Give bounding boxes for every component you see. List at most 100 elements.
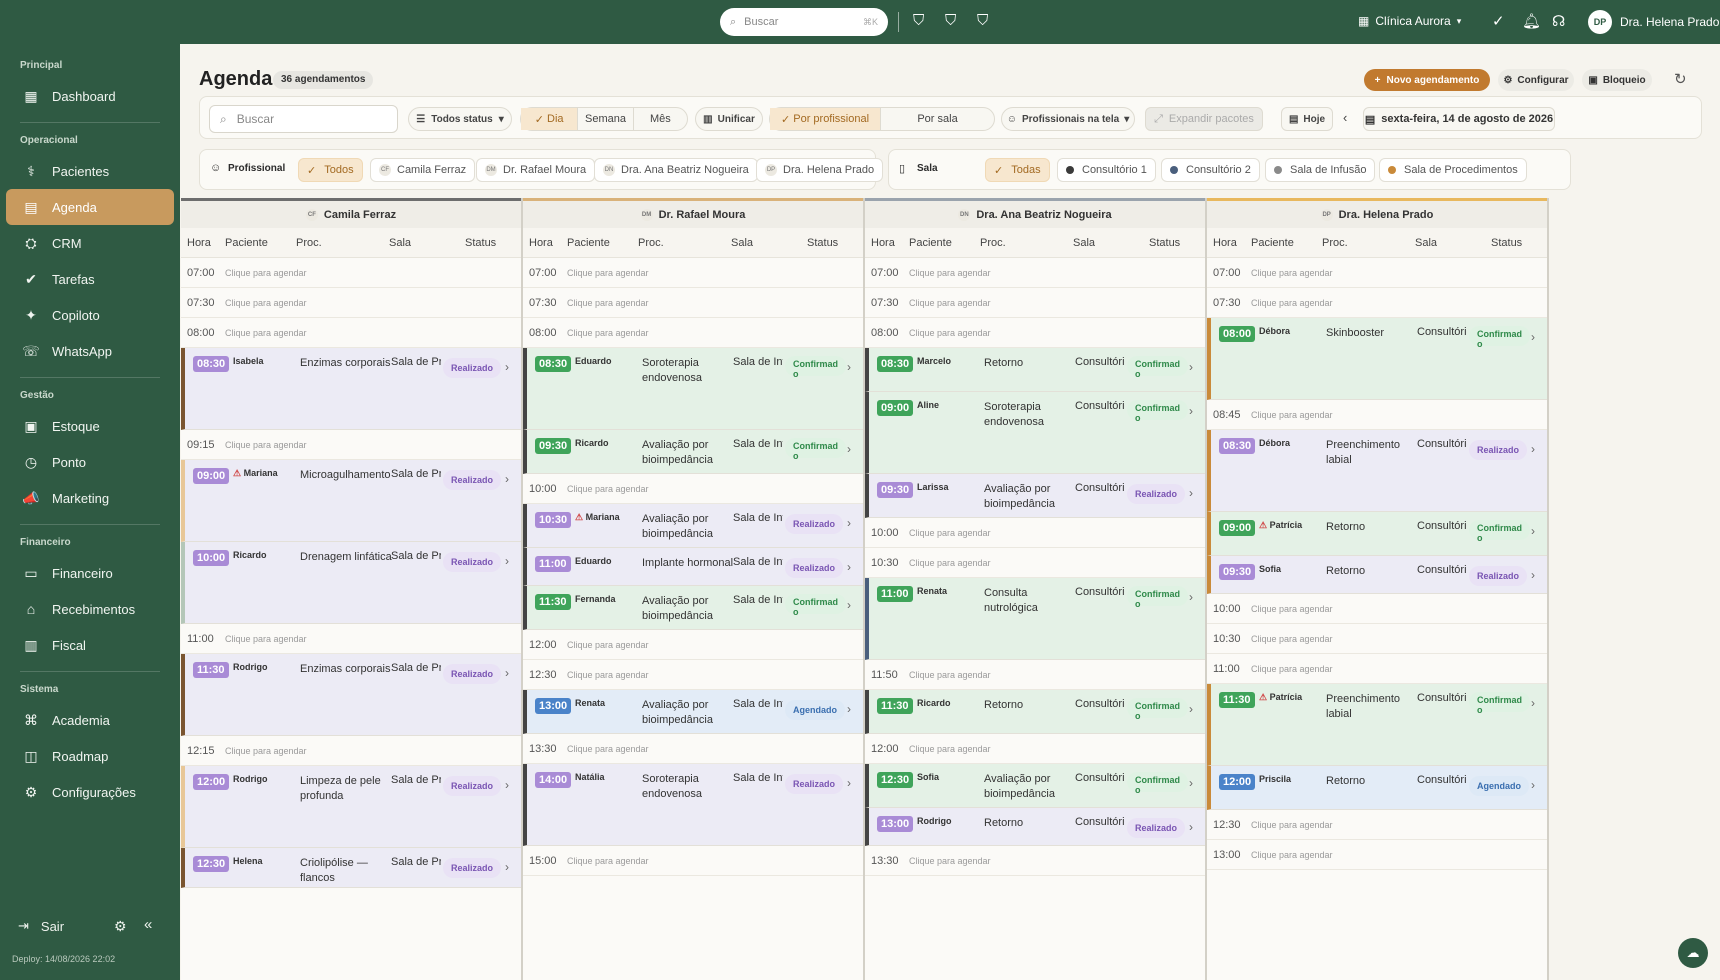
filter-chip[interactable]: Consultório 1 bbox=[1057, 158, 1156, 182]
chevron-right-icon[interactable]: › bbox=[1531, 524, 1535, 538]
sidebar-item-financeiro[interactable]: ▭ Financeiro bbox=[6, 555, 174, 591]
chevron-right-icon[interactable]: › bbox=[1189, 404, 1193, 418]
appointment-search-input[interactable]: ⌕ Buscar bbox=[209, 105, 398, 133]
appointment-card[interactable]: 11:30 Ricardo Retorno Consultório 1Confirma… bbox=[865, 690, 1205, 734]
appointment-card[interactable]: 14:00 Natália Soroterapia endovenosa Sala d… bbox=[523, 764, 863, 846]
empty-slot[interactable]: 12:15 Clique para agendar bbox=[181, 736, 521, 766]
bookmark-check-icon[interactable]: ⛉ bbox=[977, 12, 988, 29]
chevron-right-icon[interactable]: › bbox=[1189, 360, 1193, 374]
filter-chip[interactable]: DP Dra. Helena Prado bbox=[756, 158, 884, 182]
empty-slot[interactable]: 07:30 Clique para agendar bbox=[523, 288, 863, 318]
appointment-card[interactable]: 12:30 Helena Criolipólise — flancos Sala de… bbox=[181, 848, 521, 888]
chevron-right-icon[interactable]: › bbox=[1531, 778, 1535, 792]
appointment-card[interactable]: 09:30 Ricardo Avaliação por bioimpedância S… bbox=[523, 430, 863, 474]
empty-slot[interactable]: 09:15 Clique para agendar bbox=[181, 430, 521, 460]
empty-slot[interactable]: 10:30 Clique para agendar bbox=[1207, 624, 1547, 654]
configure-button[interactable]: ⚙ Configurar bbox=[1498, 69, 1574, 91]
settings-gear-icon[interactable]: ⚙ bbox=[114, 918, 127, 935]
chevron-right-icon[interactable]: › bbox=[1531, 568, 1535, 582]
appointment-card[interactable]: 11:00 Eduardo Implante hormonalSala de Inf… bbox=[523, 548, 863, 586]
appointment-card[interactable]: 08:30Isabela Enzimas corporaisSala de Pro… bbox=[181, 348, 521, 430]
appointment-card[interactable]: 12:00Priscila Retorno Consultório 2Agendad… bbox=[1207, 766, 1547, 810]
empty-slot[interactable]: 07:00 Clique para agendar bbox=[865, 258, 1205, 288]
filter-chip[interactable]: ✓ Todas bbox=[985, 158, 1050, 182]
empty-slot[interactable]: 07:30 Clique para agendar bbox=[181, 288, 521, 318]
sidebar-item-crm[interactable]: ⛭ CRM bbox=[6, 225, 174, 261]
view-week-button[interactable]: Semana bbox=[578, 108, 634, 130]
empty-slot[interactable]: 10:00 Clique para agendar bbox=[1207, 594, 1547, 624]
filter-chip[interactable]: Sala de Procedimentos bbox=[1379, 158, 1527, 182]
chevron-right-icon[interactable]: › bbox=[505, 666, 509, 680]
new-appointment-button[interactable]: + Novo agendamento bbox=[1364, 69, 1490, 91]
chevron-right-icon[interactable]: › bbox=[847, 598, 851, 612]
appointment-card[interactable]: 11:30 ⚠ Patrícia Preenchimento labial Consu… bbox=[1207, 684, 1547, 766]
chevron-right-icon[interactable]: › bbox=[505, 554, 509, 568]
empty-slot[interactable]: 07:30 Clique para agendar bbox=[865, 288, 1205, 318]
today-button[interactable]: ▤ Hoje bbox=[1281, 107, 1333, 131]
sidebar-item-configuracoes[interactable]: ⚙ Configurações bbox=[6, 774, 174, 810]
empty-slot[interactable]: 07:00 Clique para agendar bbox=[523, 258, 863, 288]
appointment-card[interactable]: 10:00 Ricardo Drenagem linfática Sala de Pr… bbox=[181, 542, 521, 624]
empty-slot[interactable]: 11:00 Clique para agendar bbox=[181, 624, 521, 654]
appointment-card[interactable]: 09:30Sofia Retorno Consultório 2Realizado› bbox=[1207, 556, 1547, 594]
sidebar-item-copiloto[interactable]: ✦ Copiloto bbox=[6, 297, 174, 333]
empty-slot[interactable]: 07:30 Clique para agendar bbox=[1207, 288, 1547, 318]
chevron-right-icon[interactable]: › bbox=[847, 776, 851, 790]
refresh-icon[interactable]: ↻ bbox=[1674, 70, 1687, 88]
appointment-card[interactable]: 08:30Marcelo Retorno Consultório 1Confirma… bbox=[865, 348, 1205, 392]
chevron-right-icon[interactable]: › bbox=[847, 516, 851, 530]
appointment-card[interactable]: 11:30 Fernanda Avaliação por bioimpedância… bbox=[523, 586, 863, 630]
chevron-right-icon[interactable]: › bbox=[505, 860, 509, 874]
sidebar-item-recebimentos[interactable]: ⌂ Recebimentos bbox=[6, 591, 174, 627]
check-badge-icon[interactable]: ✓ bbox=[1492, 12, 1505, 30]
expand-packages-button[interactable]: ⤢ Expandir pacotes bbox=[1145, 107, 1263, 131]
view-day-button[interactable]: ✓ Dia bbox=[521, 108, 579, 130]
sidebar-item-academia[interactable]: ⌘ Academia bbox=[6, 702, 174, 738]
filter-chip[interactable]: CF Camila Ferraz bbox=[370, 158, 476, 182]
sidebar-item-agenda[interactable]: ▤ Agenda bbox=[6, 189, 174, 225]
chevron-right-icon[interactable]: › bbox=[505, 360, 509, 374]
filter-chip[interactable]: ✓ Todos bbox=[298, 158, 363, 182]
empty-slot[interactable]: 13:00 Clique para agendar bbox=[1207, 840, 1547, 870]
chevron-right-icon[interactable]: › bbox=[1531, 696, 1535, 710]
chevron-right-icon[interactable]: › bbox=[1189, 820, 1193, 834]
chevron-right-icon[interactable]: › bbox=[1189, 776, 1193, 790]
empty-slot[interactable]: 10:30 Clique para agendar bbox=[865, 548, 1205, 578]
empty-slot[interactable]: 08:00 Clique para agendar bbox=[865, 318, 1205, 348]
empty-slot[interactable]: 13:30 Clique para agendar bbox=[865, 846, 1205, 876]
appointment-card[interactable]: 09:00 ⚠ Mariana Microagulhamento Sala de Pr… bbox=[181, 460, 521, 542]
chevron-right-icon[interactable]: › bbox=[847, 442, 851, 456]
empty-slot[interactable]: 08:00 Clique para agendar bbox=[523, 318, 863, 348]
empty-slot[interactable]: 12:00 Clique para agendar bbox=[523, 630, 863, 660]
empty-slot[interactable]: 15:00 Clique para agendar bbox=[523, 846, 863, 876]
bell-icon[interactable]: 🔔︎ bbox=[1522, 12, 1541, 30]
professionals-on-screen-dropdown[interactable]: ☺ Profissionais na tela ▾ bbox=[1001, 107, 1135, 131]
empty-slot[interactable]: 12:00 Clique para agendar bbox=[865, 734, 1205, 764]
empty-slot[interactable]: 10:00 Clique para agendar bbox=[865, 518, 1205, 548]
sidebar-item-whatsapp[interactable]: ☏ WhatsApp bbox=[6, 333, 174, 369]
status-filter[interactable]: ☰ Todos status ▾ bbox=[408, 107, 512, 131]
previous-day-icon[interactable]: ‹ bbox=[1343, 110, 1347, 125]
filter-chip[interactable]: Sala de Infusão bbox=[1265, 158, 1376, 182]
group-by-professional-button[interactable]: ✓ Por profissional bbox=[770, 108, 882, 130]
sidebar-item-marketing[interactable]: 📣 Marketing bbox=[6, 480, 174, 516]
empty-slot[interactable]: 08:00 Clique para agendar bbox=[181, 318, 521, 348]
chevron-right-icon[interactable]: › bbox=[847, 360, 851, 374]
group-by-room-button[interactable]: Por sala bbox=[881, 108, 994, 130]
headset-icon[interactable]: ☊ bbox=[1552, 12, 1565, 30]
logout-button[interactable]: ⇥ Sair bbox=[18, 918, 64, 934]
clinic-selector[interactable]: ▦ Clínica Aurora ▾ bbox=[1358, 14, 1461, 28]
appointment-card[interactable]: 13:00Rodrigo Retorno Consultório 1Realizad… bbox=[865, 808, 1205, 846]
appointment-card[interactable]: 12:00 Rodrigo Limpeza de pele profunda Sala… bbox=[181, 766, 521, 848]
view-month-button[interactable]: Mês bbox=[634, 108, 687, 130]
user-menu[interactable]: DP Dra. Helena Prado bbox=[1588, 10, 1719, 34]
empty-slot[interactable]: 07:00 Clique para agendar bbox=[1207, 258, 1547, 288]
appointment-card[interactable]: 13:00 Renata Avaliação por bioimpedância Sa… bbox=[523, 690, 863, 734]
empty-slot[interactable]: 11:50 Clique para agendar bbox=[865, 660, 1205, 690]
appointment-card[interactable]: 09:00⚠ Patrícia Retorno Consultório 2Confi… bbox=[1207, 512, 1547, 556]
empty-slot[interactable]: 07:00 Clique para agendar bbox=[181, 258, 521, 288]
chat-bubble-icon[interactable]: ☁ bbox=[1678, 938, 1708, 968]
filter-chip[interactable]: DM Dr. Rafael Moura bbox=[476, 158, 596, 182]
empty-slot[interactable]: 12:30 Clique para agendar bbox=[523, 660, 863, 690]
empty-slot[interactable]: 13:30 Clique para agendar bbox=[523, 734, 863, 764]
